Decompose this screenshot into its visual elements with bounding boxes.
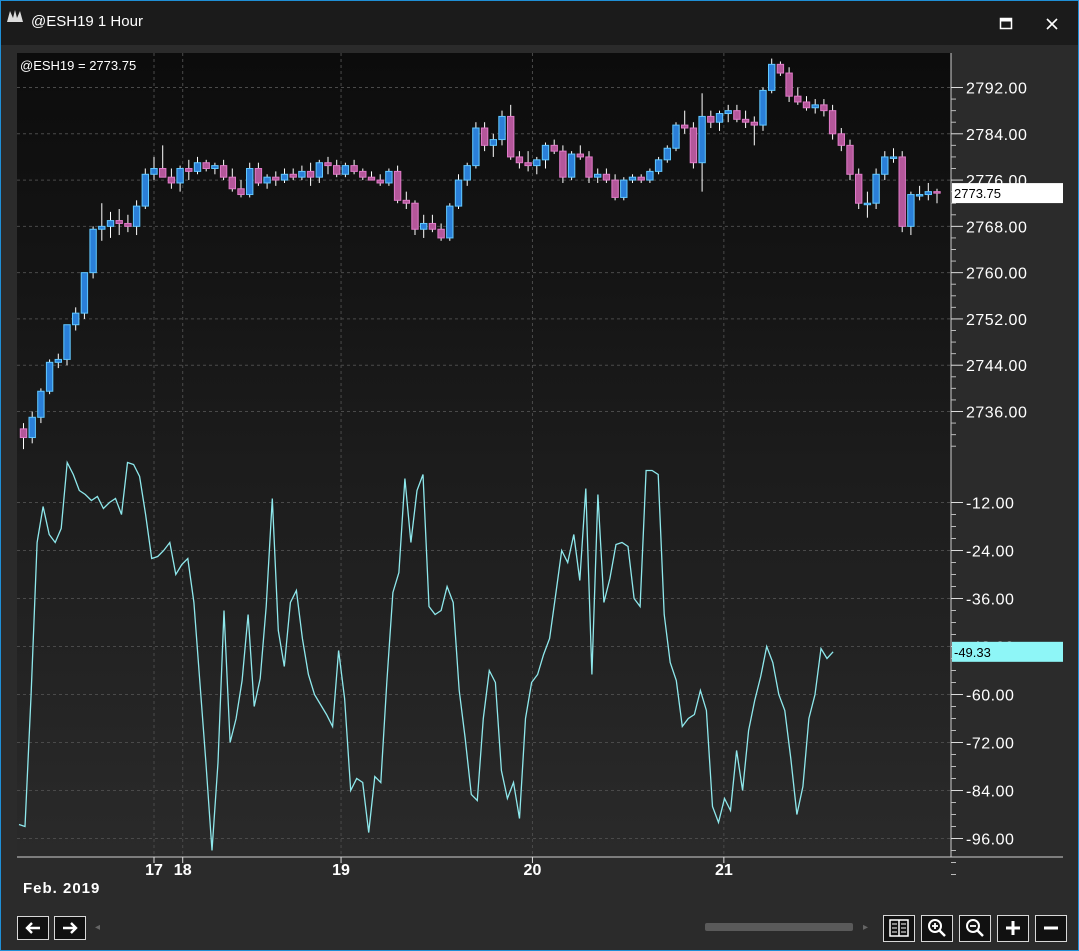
minus-icon [1044,926,1058,930]
oscillator-tick-label: -96.00 [966,832,1014,849]
scroll-right-button[interactable] [54,916,86,940]
last-oscillator-tag: -49.33 [952,641,1063,662]
scrollbar-thumb[interactable] [705,923,853,931]
x-tick-label: 19 [332,862,350,879]
arrow-left-icon [25,922,40,934]
zoom-out-icon [966,919,984,937]
candle [446,203,454,241]
last-price-tag: 2773.75 [952,183,1063,204]
price-tick-label: 2792.00 [966,81,1027,98]
chart-area[interactable]: 2792.002784.002776.002768.002760.002752.… [1,45,1078,911]
oscillator-tick-label: -84.00 [966,784,1014,801]
candle [855,168,863,209]
x-tick-label: 21 [715,862,733,879]
price-tick-label: 2736.00 [966,405,1027,422]
plus-icon [1006,921,1020,935]
app-logo-icon [7,10,23,22]
price-tick-label: 2784.00 [966,127,1027,144]
last-oscillator-label: -49.33 [954,645,991,660]
scroll-left-button[interactable] [17,916,49,940]
price-tick-label: 2744.00 [966,358,1027,375]
chart-window: @ESH19 1 Hour 2792.00 2784.00 2776.00 27… [0,0,1079,951]
candle [393,165,402,204]
oscillator-tick-label: -60.00 [966,688,1014,705]
candle [385,168,393,186]
price-tick-label: 2760.00 [966,266,1027,283]
candle [689,122,698,169]
candle [898,151,906,233]
candle [620,177,628,201]
split-panes-button[interactable] [883,915,915,942]
candle [654,156,663,175]
candle [559,145,567,183]
oscillator-tick-label: -24.00 [966,544,1014,561]
zoom-out-button[interactable] [959,915,991,942]
x-tick-label: 17 [145,862,163,879]
scroll-track-left-icon: ◂ [95,922,101,933]
oscillator-tick-label: -36.00 [966,592,1014,609]
x-tick-label: 20 [524,862,542,879]
candle [89,226,97,279]
zoom-in-button[interactable] [921,915,953,942]
bottom-toolbar: ◂ ▸ [1,912,1078,950]
x-tick-label: 18 [174,862,192,879]
split-panes-icon [889,919,909,937]
oscillator-tick-label: -72.00 [966,736,1014,753]
candle [63,324,71,366]
title-bar: @ESH19 1 Hour [1,1,1078,45]
remove-bars-button[interactable] [1035,915,1067,942]
maximize-icon [999,17,1013,30]
candle [80,272,89,319]
candle [141,168,150,209]
zoom-in-icon [928,919,946,937]
price-tick-label: 2768.00 [966,219,1027,236]
window-title: @ESH19 1 Hour [31,13,143,30]
candle [846,139,854,181]
candle [472,122,480,169]
candle [872,168,880,209]
candle [663,145,671,163]
candle [45,359,54,395]
candle [567,151,576,181]
month-label: Feb. 2019 [23,880,100,897]
close-icon [1046,18,1058,30]
symbol-label: @ESH19 = 2773.75 [20,58,136,73]
scroll-track-right-icon: ▸ [863,922,869,933]
oscillator-tick-label: -12.00 [966,496,1014,513]
candle [672,122,680,152]
arrow-right-icon [63,922,78,934]
close-button[interactable] [1037,11,1067,37]
candle [759,87,767,131]
maximize-button[interactable] [991,11,1021,37]
price-tick-label: 2752.00 [966,312,1027,329]
horizontal-scrollbar[interactable]: ◂ ▸ [95,920,875,934]
last-price-label: 2773.75 [954,186,1001,201]
add-bars-button[interactable] [997,915,1029,942]
